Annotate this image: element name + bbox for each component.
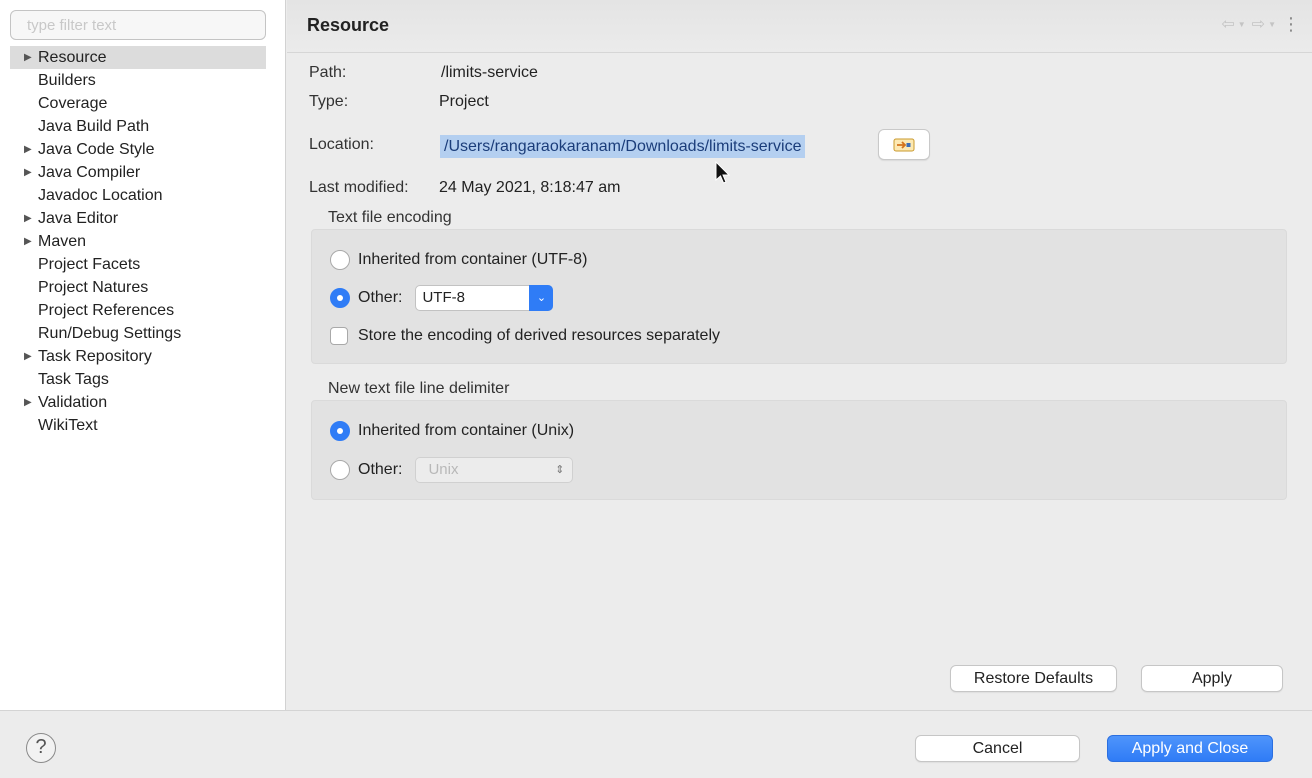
tree-item[interactable]: Coverage xyxy=(10,92,266,115)
tree-item-label: Java Code Style xyxy=(38,141,155,158)
tree-item[interactable]: ▶ Java Compiler xyxy=(10,161,266,184)
tree-item[interactable]: ▶ Java Editor xyxy=(10,207,266,230)
open-location-button[interactable] xyxy=(878,129,930,160)
delimiter-other-label: Other: xyxy=(358,461,403,478)
tree-item-label: Resource xyxy=(38,49,107,66)
encoding-inherited-radio[interactable] xyxy=(330,250,350,270)
location-label: Location: xyxy=(309,136,374,153)
expand-arrow-icon[interactable]: ▶ xyxy=(24,230,32,253)
delimiter-inherited-radio[interactable] xyxy=(330,421,350,441)
tree-item-label: Project Facets xyxy=(38,256,141,273)
encoding-group: Inherited from container (UTF-8) Other: … xyxy=(311,229,1287,364)
tree-item[interactable]: Run/Debug Settings xyxy=(10,322,266,345)
tree-item-label: WikiText xyxy=(38,417,98,434)
path-value: /limits-service xyxy=(441,64,538,81)
cancel-button[interactable]: Cancel xyxy=(915,735,1080,762)
encoding-inherited-option[interactable]: Inherited from container (UTF-8) xyxy=(330,250,587,270)
tree-item-label: Task Tags xyxy=(38,371,109,388)
navigation-controls: ⇦ ▼ ⇨ ▼ ⋮ xyxy=(1221,14,1300,34)
expand-arrow-icon[interactable]: ▶ xyxy=(24,345,32,368)
encoding-group-label: Text file encoding xyxy=(328,209,452,226)
tree-item[interactable]: ▶ Task Repository xyxy=(10,345,266,368)
preference-tree: ▶ Resource Builders Coverage Java Build Path… xyxy=(10,46,266,437)
apply-and-close-button[interactable]: Apply and Close xyxy=(1107,735,1273,762)
forward-dropdown-icon[interactable]: ▼ xyxy=(1268,20,1276,29)
page-header: Resource ⇦ ▼ ⇨ ▼ ⋮ xyxy=(287,0,1312,53)
tree-item-label: Java Compiler xyxy=(38,164,141,181)
help-icon[interactable]: ? xyxy=(26,733,56,763)
back-arrow-icon[interactable]: ⇦ xyxy=(1221,14,1234,34)
restore-defaults-button[interactable]: Restore Defaults xyxy=(950,665,1117,692)
tree-item-label: Task Repository xyxy=(38,348,152,365)
tree-item-label: Java Editor xyxy=(38,210,119,227)
location-value[interactable]: /Users/rangaraokaranam/Downloads/limits-… xyxy=(440,135,806,158)
expand-arrow-icon[interactable]: ▶ xyxy=(24,391,32,414)
expand-arrow-icon[interactable]: ▶ xyxy=(24,46,32,69)
delimiter-select-value: Unix xyxy=(428,461,459,478)
tree-item-label: Validation xyxy=(38,394,108,411)
store-encoding-checkbox[interactable] xyxy=(330,327,348,345)
type-label: Type: xyxy=(309,93,349,110)
tree-item-label: Builders xyxy=(38,72,96,89)
tree-item[interactable]: Project Facets xyxy=(10,253,266,276)
tree-item[interactable]: Builders xyxy=(10,69,266,92)
delimiter-select: Unix ⇕ xyxy=(415,457,574,483)
encoding-other-label: Other: xyxy=(358,289,403,306)
delimiter-other-radio[interactable] xyxy=(330,460,350,480)
encoding-inherited-label: Inherited from container (UTF-8) xyxy=(358,251,588,268)
expand-arrow-icon[interactable]: ▶ xyxy=(24,138,32,161)
back-dropdown-icon[interactable]: ▼ xyxy=(1238,20,1246,29)
store-encoding-option[interactable]: Store the encoding of derived resources … xyxy=(330,327,720,345)
tree-item[interactable]: Task Tags xyxy=(10,368,266,391)
mouse-cursor-icon xyxy=(715,161,731,184)
tree-item-label: Java Build Path xyxy=(38,118,150,135)
encoding-other-radio[interactable] xyxy=(330,288,350,308)
tree-item-label: Javadoc Location xyxy=(38,187,163,204)
tree-item[interactable]: WikiText xyxy=(10,414,266,437)
open-location-icon xyxy=(893,138,915,151)
encoding-select[interactable]: UTF-8 ⌄ xyxy=(415,285,554,311)
encoding-select-value: UTF-8 xyxy=(422,289,465,306)
delimiter-inherited-label: Inherited from container (Unix) xyxy=(358,422,575,439)
tree-item[interactable]: ▶ Resource xyxy=(10,46,266,69)
page-title: Resource xyxy=(307,15,390,35)
tree-item[interactable]: ▶ Validation xyxy=(10,391,266,414)
type-value: Project xyxy=(439,93,489,110)
updown-arrows-icon: ⇕ xyxy=(555,464,565,476)
delimiter-group-label: New text file line delimiter xyxy=(328,380,510,397)
delimiter-inherited-option[interactable]: Inherited from container (Unix) xyxy=(330,421,574,441)
view-menu-icon[interactable]: ⋮ xyxy=(1282,15,1300,33)
store-encoding-label: Store the encoding of derived resources … xyxy=(358,327,720,344)
properties-page: Resource ⇦ ▼ ⇨ ▼ ⋮ Path: /limits-service… xyxy=(287,0,1312,710)
last-modified-value: 24 May 2021, 8:18:47 am xyxy=(439,179,621,196)
tree-item[interactable]: ▶ Java Code Style xyxy=(10,138,266,161)
forward-arrow-icon[interactable]: ⇨ xyxy=(1252,14,1265,34)
tree-item-label: Project Natures xyxy=(38,279,149,296)
filter-input[interactable] xyxy=(10,10,266,40)
expand-arrow-icon[interactable]: ▶ xyxy=(24,207,32,230)
tree-item-label: Run/Debug Settings xyxy=(38,325,182,342)
apply-button[interactable]: Apply xyxy=(1141,665,1283,692)
tree-item-label: Coverage xyxy=(38,95,108,112)
tree-item[interactable]: Project References xyxy=(10,299,266,322)
dialog-button-bar: ? Cancel Apply and Close xyxy=(0,710,1312,778)
tree-item[interactable]: Project Natures xyxy=(10,276,266,299)
last-modified-label: Last modified: xyxy=(309,179,409,196)
tree-item[interactable]: ▶ Maven xyxy=(10,230,266,253)
expand-arrow-icon[interactable]: ▶ xyxy=(24,161,32,184)
tree-item[interactable]: Java Build Path xyxy=(10,115,266,138)
tree-item[interactable]: Javadoc Location xyxy=(10,184,266,207)
encoding-other-option[interactable]: Other: UTF-8 ⌄ xyxy=(330,285,554,311)
tree-item-label: Project References xyxy=(38,302,175,319)
delimiter-group: Inherited from container (Unix) Other: U… xyxy=(311,400,1287,500)
delimiter-other-option[interactable]: Other: Unix ⇕ xyxy=(330,457,574,483)
preference-tree-panel: ▶ Resource Builders Coverage Java Build Path… xyxy=(0,0,286,710)
chevron-down-icon[interactable]: ⌄ xyxy=(529,285,554,311)
path-label: Path: xyxy=(309,64,347,81)
tree-item-label: Maven xyxy=(38,233,87,250)
